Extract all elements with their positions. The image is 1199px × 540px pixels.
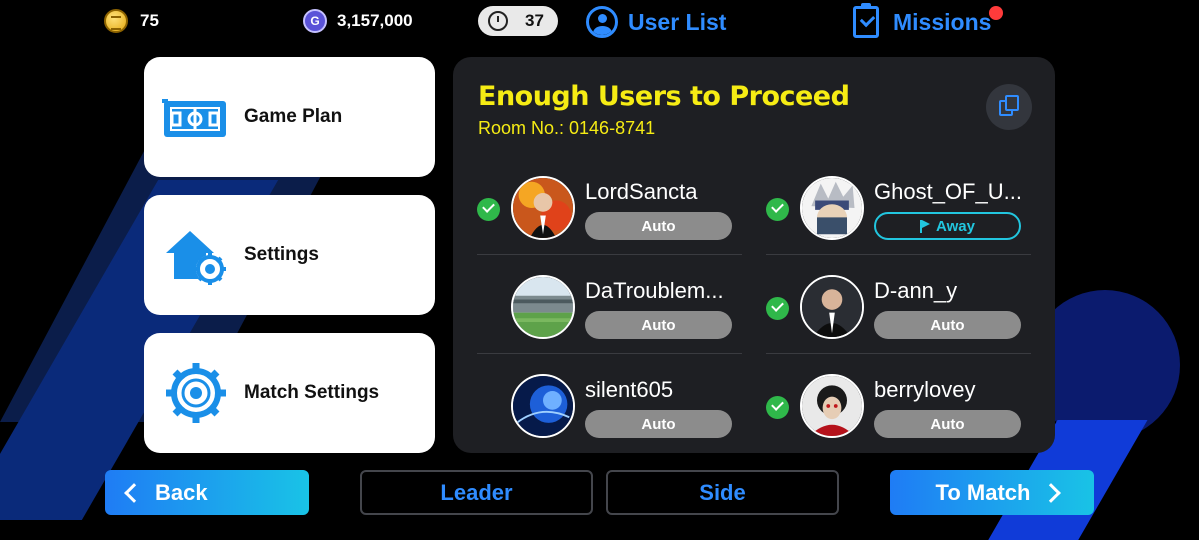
side-label: Side	[699, 479, 746, 505]
gp-display: G 3,157,000	[303, 9, 413, 33]
match-settings-icon	[166, 363, 226, 423]
status-badge: Auto	[585, 410, 732, 438]
notification-dot	[989, 6, 1003, 20]
copy-room-button[interactable]	[986, 84, 1032, 130]
user-slot[interactable]: LordSancta Auto	[477, 156, 742, 255]
missions-label: Missions	[893, 8, 992, 35]
user-slot[interactable]: DaTroublem... Auto	[477, 255, 742, 354]
ready-check-icon	[766, 198, 789, 221]
game-plan-button[interactable]: Game Plan	[144, 57, 435, 177]
user-slot[interactable]: silent605 Auto	[477, 354, 742, 453]
avatar	[800, 275, 864, 339]
user-slot[interactable]: berrylovey Auto	[766, 354, 1031, 453]
leader-button[interactable]: Leader	[360, 470, 593, 515]
avatar	[800, 374, 864, 438]
side-button[interactable]: Side	[606, 470, 839, 515]
game-plan-icon	[162, 99, 226, 137]
coin-icon	[104, 9, 128, 33]
room-number: Room No.: 0146-8741	[478, 118, 656, 138]
to-match-button[interactable]: To Match	[890, 470, 1094, 515]
avatar	[511, 176, 575, 240]
stamina-display: 37	[478, 6, 558, 36]
ready-check-icon	[766, 297, 789, 320]
leader-label: Leader	[440, 479, 513, 505]
game-plan-label: Game Plan	[244, 106, 343, 127]
back-label: Back	[155, 479, 208, 505]
status-badge: Auto	[874, 311, 1021, 339]
user-slot[interactable]: D-ann_y Auto	[766, 255, 1031, 354]
username: LordSancta	[585, 179, 698, 204]
match-settings-button[interactable]: Match Settings	[144, 333, 435, 453]
clipboard-check-icon	[853, 3, 879, 38]
status-badge: Auto	[585, 212, 732, 240]
user-list-label: User List	[628, 8, 727, 35]
settings-button[interactable]: Settings	[144, 195, 435, 315]
username: silent605	[585, 377, 674, 402]
user-list-button[interactable]: User List	[586, 6, 726, 38]
user-icon	[586, 6, 618, 38]
flag-icon	[920, 219, 932, 233]
room-panel: Enough Users to Proceed Room No.: 0146-8…	[453, 57, 1055, 453]
avatar	[511, 374, 575, 438]
settings-label: Settings	[244, 244, 319, 265]
user-slot[interactable]: Ghost_OF_U... Away	[766, 156, 1031, 255]
back-button[interactable]: Back	[105, 470, 309, 515]
avatar	[800, 176, 864, 240]
gp-value: 3,157,000	[337, 11, 413, 30]
ready-check-icon	[477, 198, 500, 221]
ready-check-icon	[766, 396, 789, 419]
status-badge: Away	[874, 212, 1021, 240]
status-badge: Auto	[874, 410, 1021, 438]
username: DaTroublem...	[585, 278, 724, 303]
status-badge: Auto	[585, 311, 732, 339]
room-status-title: Enough Users to Proceed	[478, 81, 850, 112]
username: berrylovey	[874, 377, 976, 402]
coins-display: 75	[104, 9, 159, 33]
username: Ghost_OF_U...	[874, 179, 1022, 204]
match-settings-label: Match Settings	[244, 382, 380, 403]
missions-button[interactable]: Missions	[853, 3, 992, 38]
chevron-left-icon	[124, 482, 144, 503]
settings-icon	[166, 231, 226, 285]
gp-icon: G	[303, 9, 327, 33]
to-match-label: To Match	[935, 479, 1031, 505]
username: D-ann_y	[874, 278, 958, 303]
stamina-value: 37	[525, 11, 544, 30]
avatar	[511, 275, 575, 339]
timer-icon	[488, 11, 508, 31]
chevron-right-icon	[1041, 482, 1062, 503]
coins-value: 75	[140, 11, 159, 30]
top-bar: 75 G 3,157,000 37 User List Missions	[0, 0, 1199, 44]
